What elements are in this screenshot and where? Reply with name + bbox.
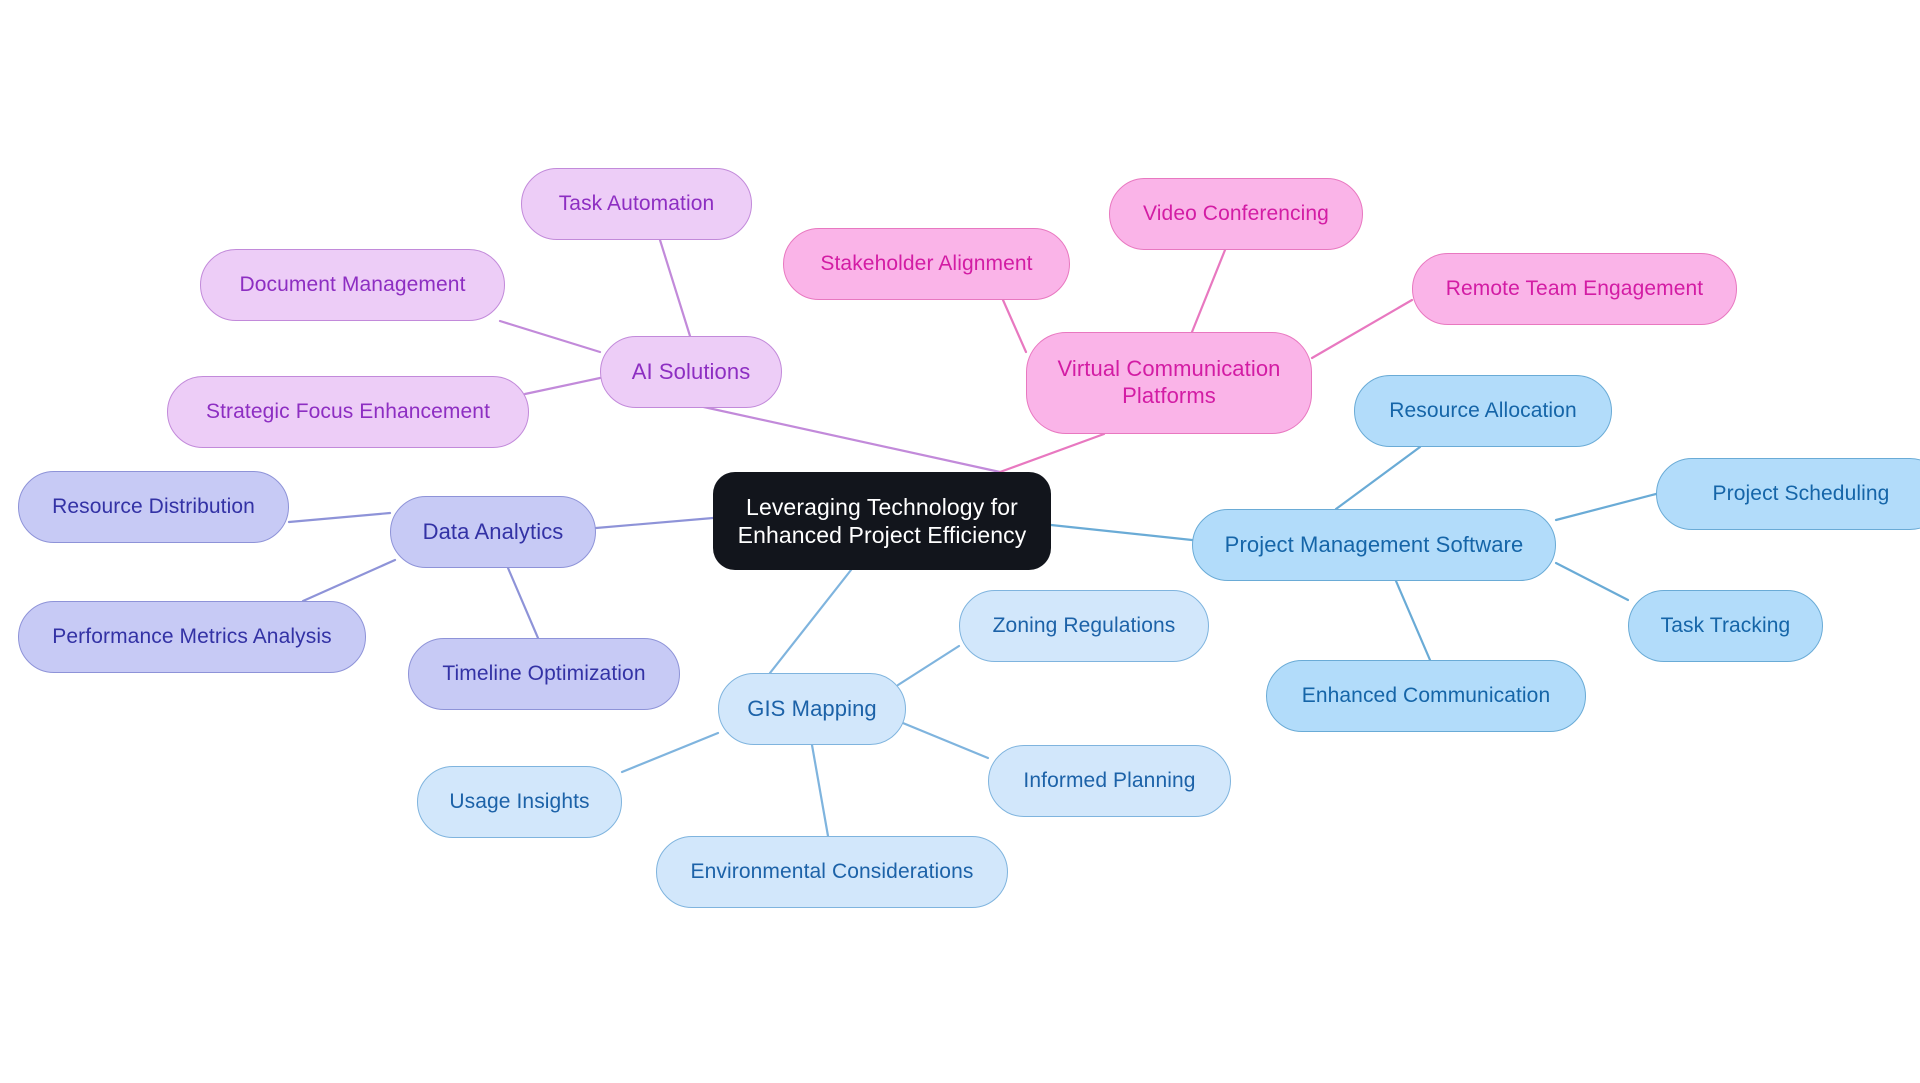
mindmap-node-resource-distribution[interactable]: Resource Distribution — [18, 471, 289, 543]
mindmap-node-root[interactable]: Leveraging Technology for Enhanced Proje… — [713, 472, 1051, 570]
mindmap-node-strategic-focus-enhancement[interactable]: Strategic Focus Enhancement — [167, 376, 529, 448]
node-layer: Leveraging Technology for Enhanced Proje… — [0, 0, 1920, 1083]
mindmap-node-stakeholder-alignment[interactable]: Stakeholder Alignment — [783, 228, 1070, 300]
mindmap-node-document-management[interactable]: Document Management — [200, 249, 505, 321]
mindmap-node-task-automation[interactable]: Task Automation — [521, 168, 752, 240]
mindmap-node-project-management-software[interactable]: Project Management Software — [1192, 509, 1556, 581]
mindmap-node-timeline-optimization[interactable]: Timeline Optimization — [408, 638, 680, 710]
mindmap-node-data-analytics[interactable]: Data Analytics — [390, 496, 596, 568]
mindmap-node-virtual-communication-platforms[interactable]: Virtual Communication Platforms — [1026, 332, 1312, 434]
mindmap-node-ai-solutions[interactable]: AI Solutions — [600, 336, 782, 408]
mindmap-node-performance-metrics-analysis[interactable]: Performance Metrics Analysis — [18, 601, 366, 673]
mindmap-node-zoning-regulations[interactable]: Zoning Regulations — [959, 590, 1209, 662]
mindmap-node-video-conferencing[interactable]: Video Conferencing — [1109, 178, 1363, 250]
mindmap-node-usage-insights[interactable]: Usage Insights — [417, 766, 622, 838]
mindmap-node-project-scheduling[interactable]: Project Scheduling — [1656, 458, 1920, 530]
mindmap-node-resource-allocation[interactable]: Resource Allocation — [1354, 375, 1612, 447]
mindmap-node-task-tracking[interactable]: Task Tracking — [1628, 590, 1823, 662]
mindmap-node-informed-planning[interactable]: Informed Planning — [988, 745, 1231, 817]
mindmap-node-gis-mapping[interactable]: GIS Mapping — [718, 673, 906, 745]
mindmap-canvas: Leveraging Technology for Enhanced Proje… — [0, 0, 1920, 1083]
mindmap-node-environmental-considerations[interactable]: Environmental Considerations — [656, 836, 1008, 908]
mindmap-node-remote-team-engagement[interactable]: Remote Team Engagement — [1412, 253, 1737, 325]
mindmap-node-enhanced-communication[interactable]: Enhanced Communication — [1266, 660, 1586, 732]
